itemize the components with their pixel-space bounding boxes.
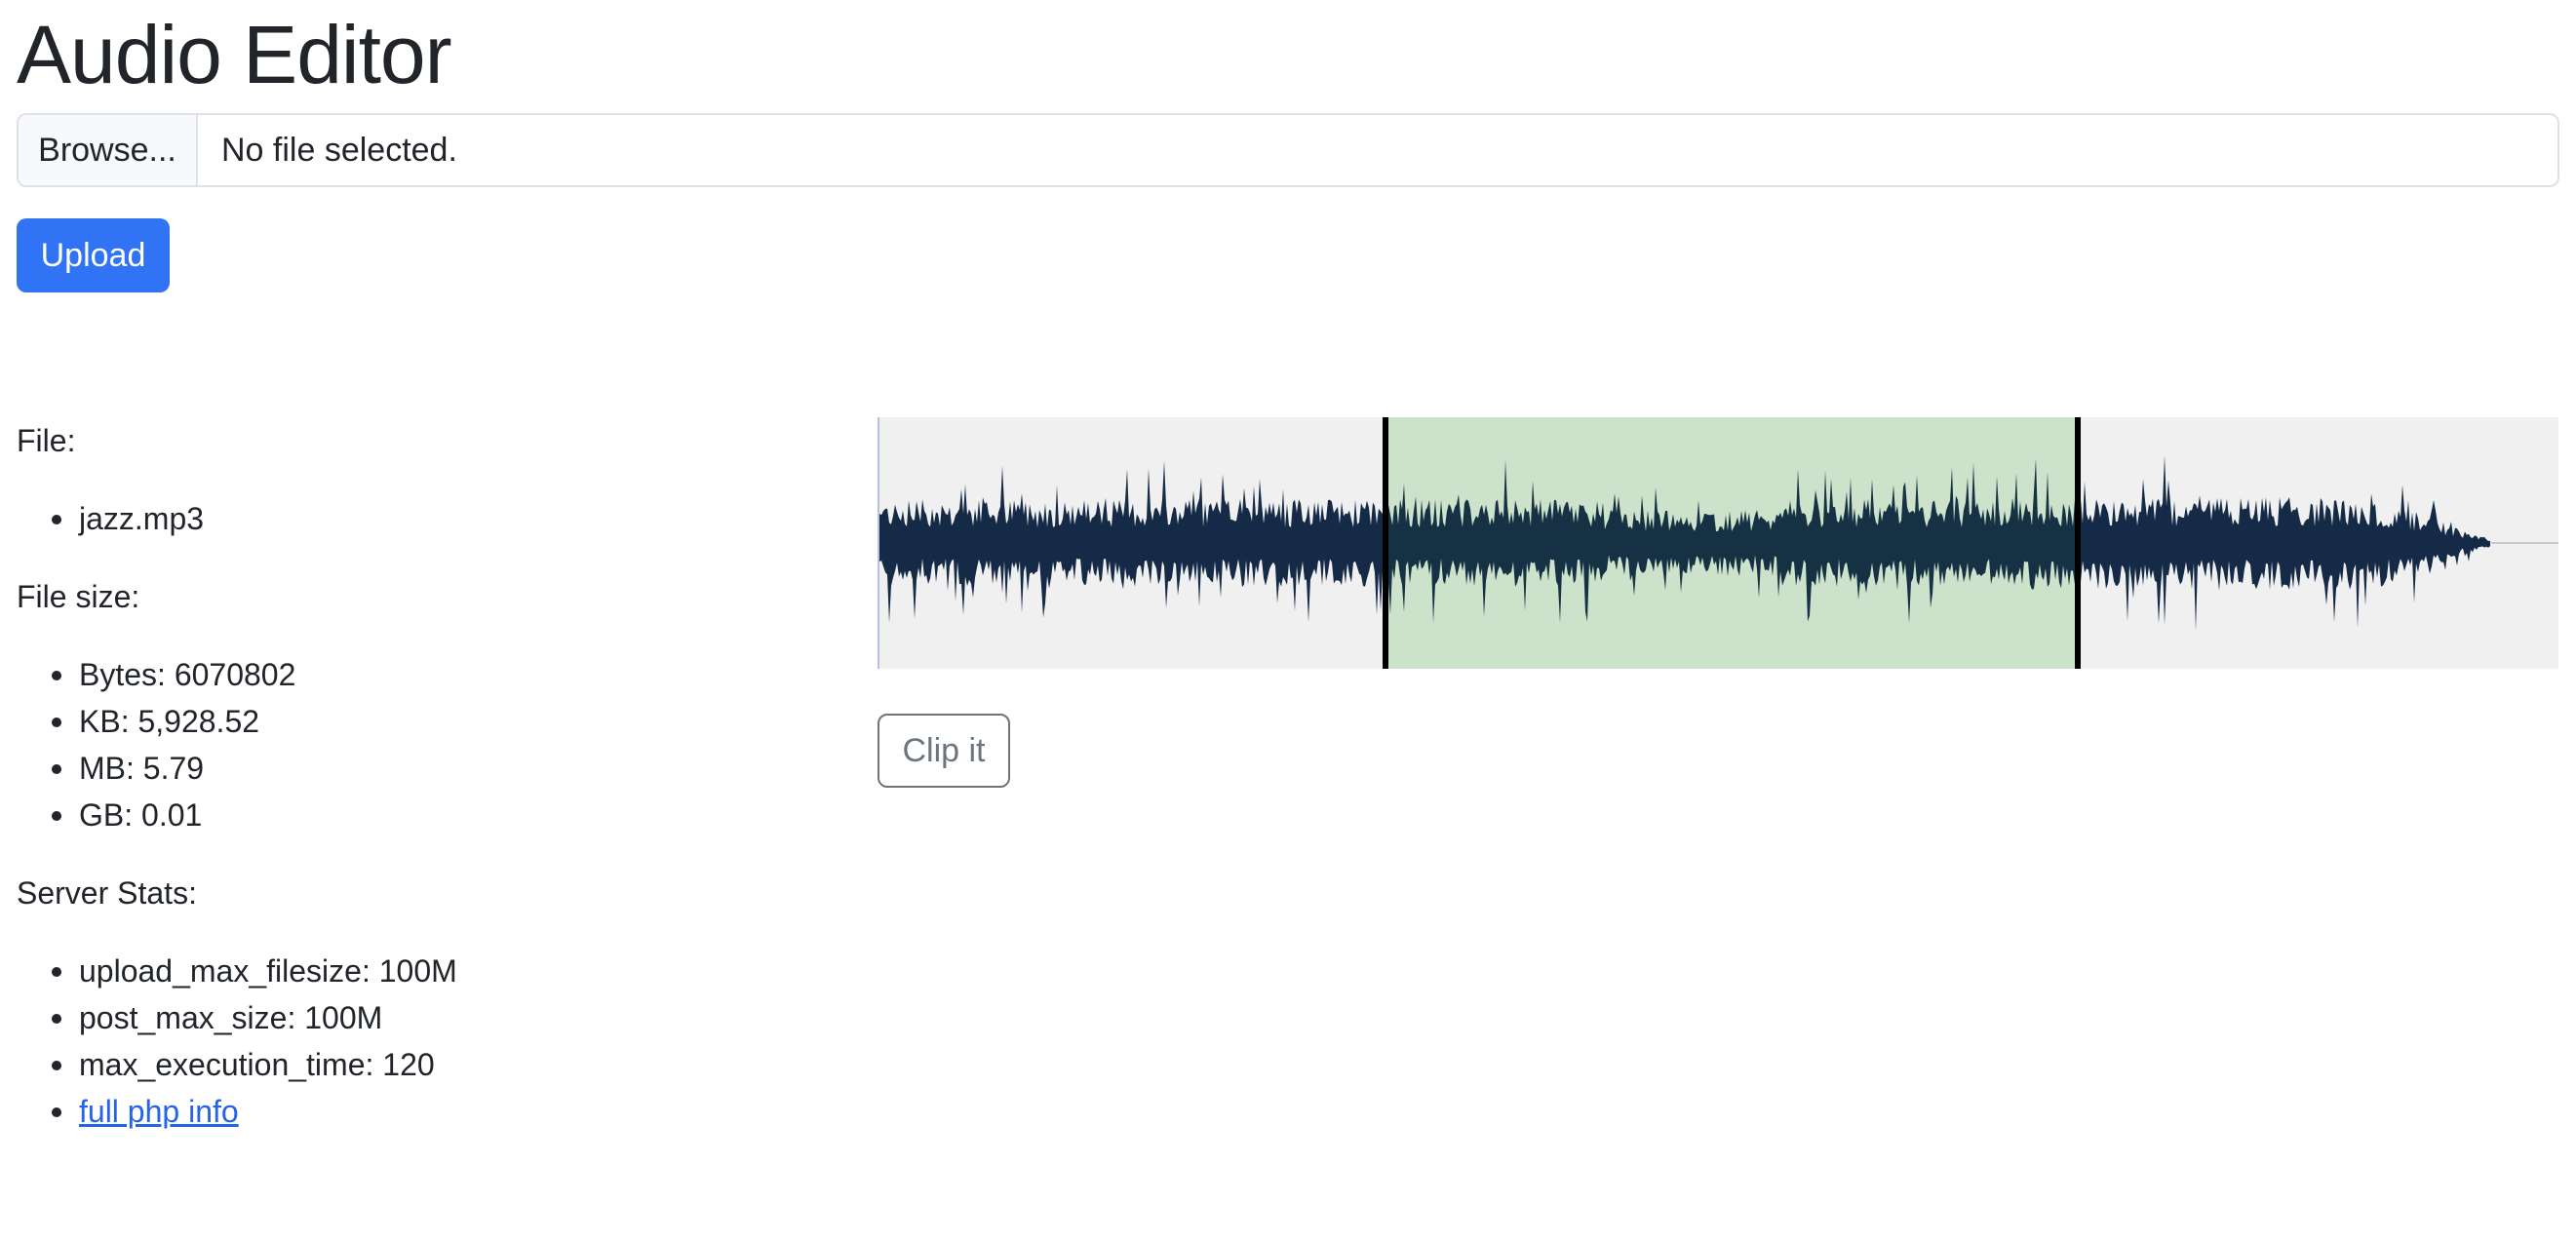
file-size-list: Bytes: 6070802 KB: 5,928.52 MB: 5.79 GB:… — [17, 651, 816, 838]
server-stats-list: upload_max_filesize: 100M post_max_size:… — [17, 948, 816, 1135]
selection-start-handle[interactable] — [1383, 417, 1388, 669]
page-title: Audio Editor — [17, 9, 452, 100]
list-item: GB: 0.01 — [17, 792, 816, 838]
file-info-panel: File: jazz.mp3 File size: Bytes: 6070802… — [17, 417, 816, 1166]
file-input[interactable]: Browse... No file selected. — [17, 113, 2559, 187]
file-status-text: No file selected. — [221, 131, 457, 169]
list-item: MB: 5.79 — [17, 745, 816, 792]
list-item: post_max_size: 100M — [17, 994, 816, 1041]
list-item: KB: 5,928.52 — [17, 698, 816, 745]
list-item: max_execution_time: 120 — [17, 1041, 816, 1088]
clip-button[interactable]: Clip it — [878, 714, 1010, 788]
selection-end-handle[interactable] — [2075, 417, 2081, 669]
list-item: full php info — [17, 1088, 816, 1135]
list-item: upload_max_filesize: 100M — [17, 948, 816, 994]
server-stats-heading: Server Stats: — [17, 875, 197, 911]
file-heading: File: — [17, 423, 76, 458]
php-info-link[interactable]: full php info — [79, 1094, 239, 1129]
browse-button[interactable]: Browse... — [19, 115, 198, 185]
list-item: jazz.mp3 — [17, 495, 816, 542]
waveform-editor[interactable] — [878, 417, 2558, 669]
selection-overlay — [1386, 417, 2078, 669]
waveform-canvas[interactable] — [878, 417, 2558, 669]
audio-editor-page: Audio Editor Browse... No file selected.… — [0, 0, 2576, 1242]
upload-button[interactable]: Upload — [17, 218, 170, 292]
file-list: jazz.mp3 — [17, 495, 816, 542]
file-size-heading: File size: — [17, 579, 140, 614]
list-item: Bytes: 6070802 — [17, 651, 816, 698]
